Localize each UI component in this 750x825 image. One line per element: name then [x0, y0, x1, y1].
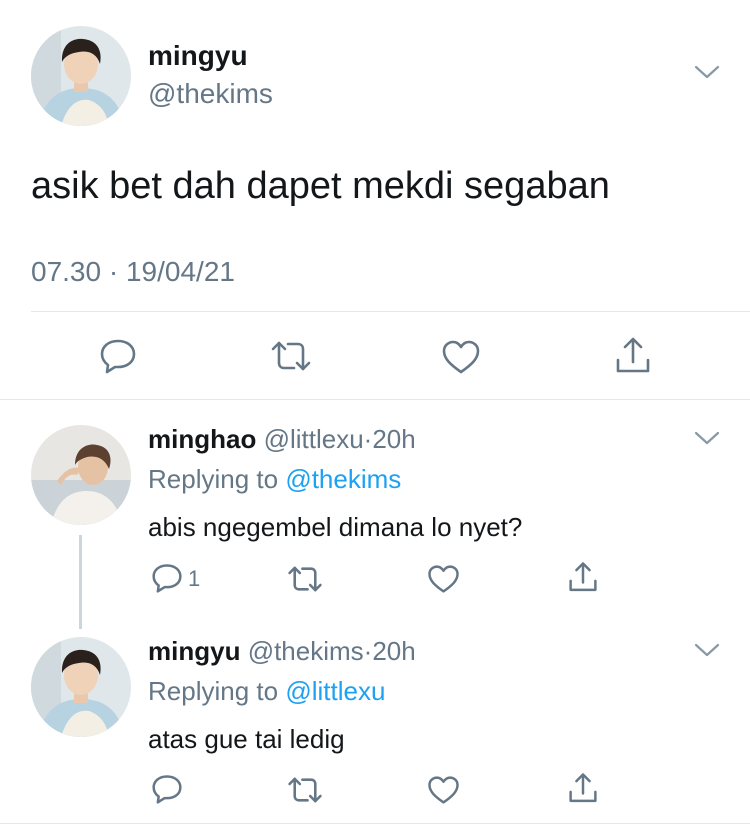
reply-header: mingyu @thekims·20h — [148, 636, 416, 667]
replying-to: Replying to @thekims — [148, 464, 401, 495]
share-icon[interactable] — [567, 561, 599, 594]
heart-icon[interactable] — [441, 339, 481, 375]
display-name[interactable]: minghao — [148, 424, 256, 454]
reply-icon[interactable] — [99, 338, 137, 374]
heart-icon[interactable] — [427, 775, 460, 805]
profile-photo-icon — [31, 637, 131, 737]
avatar[interactable] — [31, 26, 131, 126]
mention-link[interactable]: @littlexu — [285, 676, 385, 706]
reply-text: abis ngegembel dimana lo nyet? — [148, 512, 523, 542]
section-divider — [0, 399, 750, 400]
reply-icon[interactable] — [151, 563, 183, 593]
mention-link[interactable]: @thekims — [285, 464, 401, 494]
thread-line — [79, 535, 82, 629]
share-icon[interactable] — [567, 772, 599, 805]
reply-age: 20h — [372, 636, 416, 666]
reply-text: atas gue tai ledig — [148, 724, 345, 754]
tweet-text: asik bet dah dapet mekdi segaban — [31, 165, 610, 207]
reply-count: 1 — [188, 566, 201, 591]
replying-label: Replying to — [148, 676, 279, 706]
reply-header: minghao @littlexu·20h — [148, 424, 416, 455]
handle[interactable]: @littlexu — [264, 424, 364, 454]
reply-age: 20h — [372, 424, 416, 454]
bottom-divider — [0, 823, 750, 824]
handle[interactable]: @thekims — [248, 636, 364, 666]
tweet-timestamp: 07.30 · 19/04/21 — [31, 256, 235, 288]
separator: · — [108, 256, 119, 287]
tweet-date: 19/04/21 — [125, 256, 235, 287]
avatar[interactable] — [31, 425, 131, 525]
handle[interactable]: @thekims — [148, 78, 273, 110]
display-name[interactable]: mingyu — [148, 40, 248, 72]
divider — [31, 311, 750, 312]
tweet-time: 07.30 — [31, 256, 102, 287]
avatar[interactable] — [31, 637, 131, 737]
retweet-icon[interactable] — [270, 340, 312, 372]
display-name[interactable]: mingyu — [148, 636, 240, 666]
replying-to: Replying to @littlexu — [148, 676, 385, 707]
profile-photo-icon — [31, 425, 131, 525]
chevron-down-icon[interactable] — [694, 430, 720, 446]
profile-photo-icon — [31, 26, 131, 126]
heart-icon[interactable] — [427, 564, 460, 594]
retweet-icon[interactable] — [287, 565, 323, 593]
replying-label: Replying to — [148, 464, 279, 494]
chevron-down-icon[interactable] — [694, 642, 720, 658]
chevron-down-icon[interactable] — [694, 64, 720, 80]
reply-icon[interactable] — [151, 774, 183, 804]
retweet-icon[interactable] — [287, 776, 323, 804]
share-icon[interactable] — [614, 336, 652, 376]
